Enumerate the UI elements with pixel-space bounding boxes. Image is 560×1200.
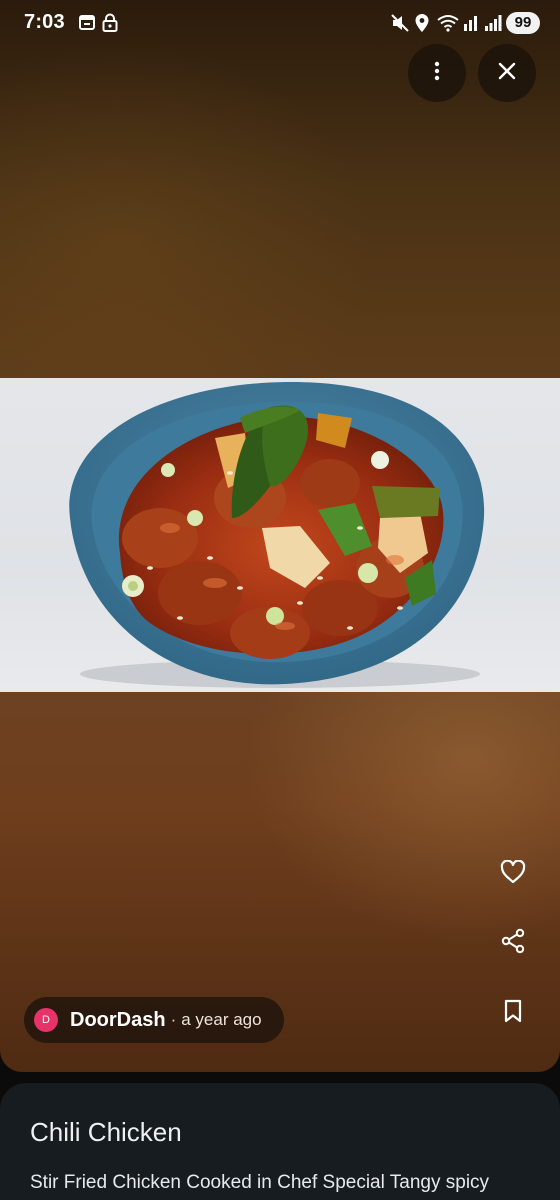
bookmark-icon bbox=[503, 999, 523, 1028]
heart-icon bbox=[500, 859, 526, 889]
battery-level: 99 bbox=[506, 12, 540, 34]
share-button[interactable] bbox=[496, 926, 530, 960]
favorite-button[interactable] bbox=[496, 857, 530, 891]
dish-title: Chili Chicken bbox=[30, 1117, 182, 1147]
source-avatar: D bbox=[34, 1008, 58, 1032]
location-icon bbox=[414, 13, 430, 38]
image-viewer-screen: 7:03 99 D DoorDash · a year ago Chili Ch… bbox=[0, 0, 560, 1200]
close-button[interactable] bbox=[478, 44, 536, 102]
source-time-ago: a year ago bbox=[181, 1010, 262, 1029]
dish-description: Stir Fried Chicken Cooked in Chef Specia… bbox=[30, 1172, 490, 1193]
source-separator: · bbox=[170, 1010, 177, 1029]
signal-r-icon bbox=[462, 13, 480, 38]
calendar-icon bbox=[78, 13, 96, 36]
bookmark-button[interactable] bbox=[496, 996, 530, 1030]
status-bar: 7:03 99 bbox=[0, 0, 560, 46]
source-name: DoorDash bbox=[70, 1008, 166, 1031]
lock-icon bbox=[102, 13, 118, 37]
mute-icon bbox=[390, 13, 410, 38]
status-time: 7:03 bbox=[24, 11, 65, 33]
chili-chicken-image bbox=[69, 381, 485, 688]
wifi-icon bbox=[436, 13, 460, 38]
more-vert-icon bbox=[434, 61, 440, 86]
signal-icon bbox=[484, 13, 502, 38]
source-attribution-chip[interactable]: D DoorDash · a year ago bbox=[24, 997, 284, 1043]
more-options-button[interactable] bbox=[408, 44, 466, 102]
close-icon bbox=[498, 62, 516, 85]
share-icon bbox=[500, 928, 526, 959]
food-photo[interactable] bbox=[0, 378, 560, 692]
